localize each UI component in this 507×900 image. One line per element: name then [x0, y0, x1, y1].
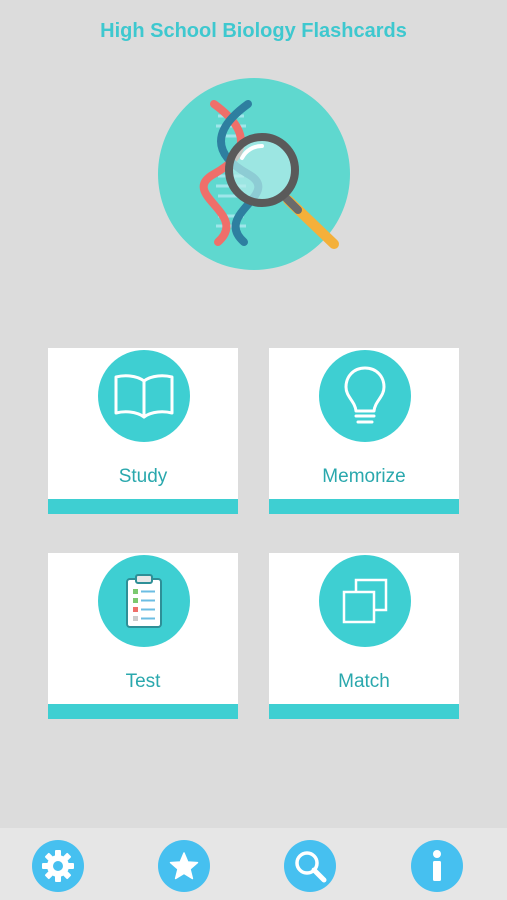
search-icon — [295, 851, 327, 883]
match-label: Match — [338, 671, 390, 692]
test-icon-circle — [98, 555, 190, 647]
memorize-icon-circle — [319, 350, 411, 442]
study-icon-circle — [98, 350, 190, 442]
info-tab[interactable] — [411, 840, 463, 892]
gear-icon — [42, 850, 74, 882]
app-title: High School Biology Flashcards — [100, 20, 407, 42]
bottom-tab-bar — [0, 828, 507, 900]
clipboard-checklist-icon — [126, 574, 162, 628]
star-icon — [169, 852, 199, 880]
test-label: Test — [125, 671, 161, 692]
overlapping-squares-icon — [342, 578, 388, 624]
study-card[interactable]: Study — [48, 348, 238, 514]
lightbulb-icon — [344, 366, 386, 424]
memorize-card[interactable]: Memorize — [269, 348, 459, 514]
favorites-tab[interactable] — [158, 840, 210, 892]
open-book-icon — [114, 374, 174, 419]
test-card[interactable]: Test — [48, 553, 238, 719]
settings-tab[interactable] — [32, 840, 84, 892]
match-card[interactable]: Match — [269, 553, 459, 719]
dna-magnifier-logo — [158, 78, 350, 270]
memorize-label: Memorize — [322, 466, 406, 487]
info-icon — [433, 850, 441, 881]
dna-magnifier-icon — [158, 78, 350, 270]
search-tab[interactable] — [284, 840, 336, 892]
study-label: Study — [118, 466, 168, 487]
match-icon-circle — [319, 555, 411, 647]
